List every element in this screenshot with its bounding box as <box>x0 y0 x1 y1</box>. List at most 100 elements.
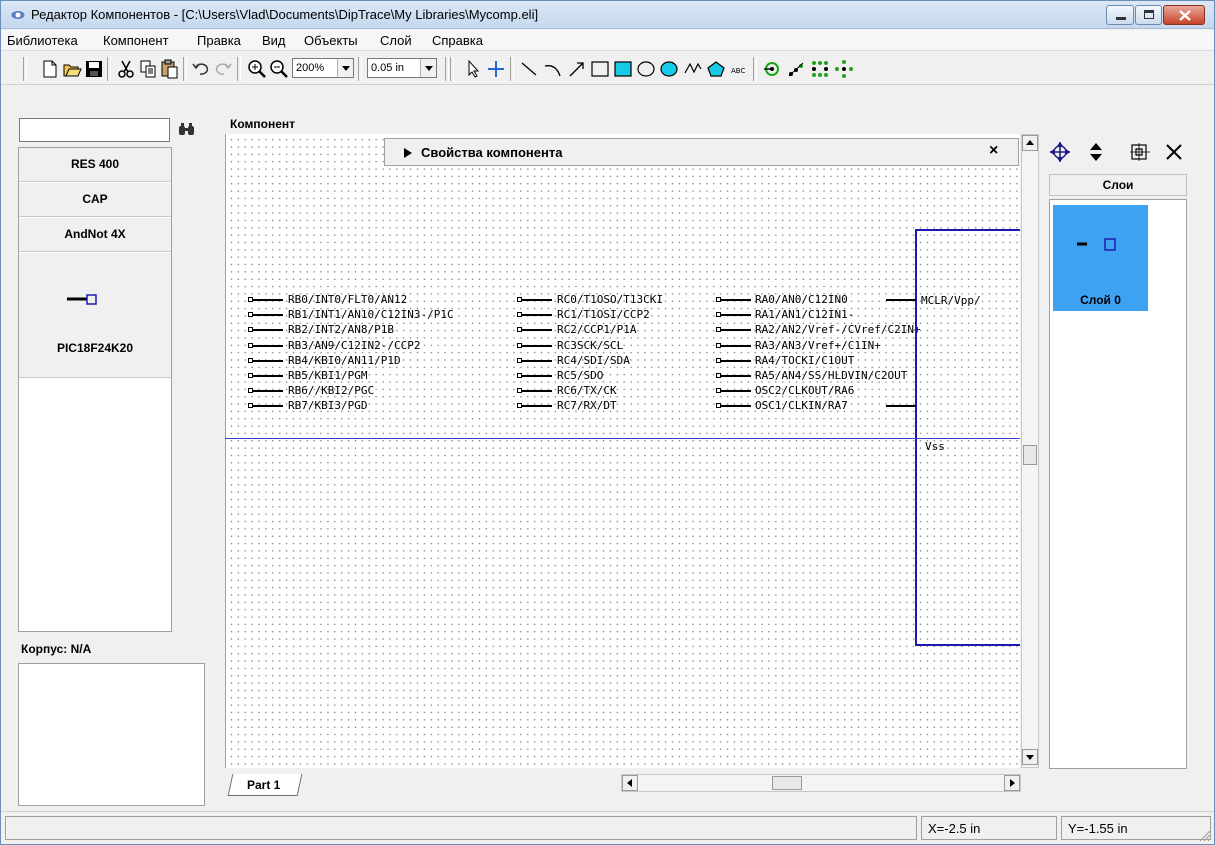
redo-icon[interactable] <box>212 58 234 80</box>
menu-objects[interactable]: Объекты <box>304 33 358 48</box>
zoom-in-icon[interactable] <box>246 58 268 80</box>
open-file-icon[interactable] <box>61 58 83 80</box>
pin-label: RA4/TOCKI/C1OUT <box>755 353 855 367</box>
ellipse-tool-icon[interactable] <box>635 58 657 80</box>
text-tool-icon[interactable]: ABC <box>729 58 751 80</box>
list-item[interactable]: CAP <box>19 183 171 217</box>
layer-tools <box>1046 138 1211 168</box>
pin-line <box>721 329 751 332</box>
undo-icon[interactable] <box>190 58 212 80</box>
pin-line <box>253 344 283 347</box>
list-item[interactable]: RES 400 <box>19 148 171 182</box>
list-item-label: CAP <box>82 192 108 206</box>
arc-tool-icon[interactable] <box>542 58 564 80</box>
horizontal-scroll-thumb[interactable] <box>772 776 802 790</box>
list-item-label: PIC18F24K20 <box>56 341 134 355</box>
expand-triangle-icon[interactable] <box>404 148 412 158</box>
toolbar-grip <box>753 57 757 81</box>
cut-icon[interactable] <box>115 58 137 80</box>
scroll-left-button[interactable] <box>622 775 638 791</box>
new-file-icon[interactable] <box>39 58 61 80</box>
layer-properties-icon[interactable] <box>1128 141 1152 163</box>
layer-thumbnail-icon <box>1077 238 1116 251</box>
pin-arrange-icon[interactable] <box>833 58 855 80</box>
vertical-scroll-thumb[interactable] <box>1023 445 1037 465</box>
pin-matrix-icon[interactable] <box>809 58 831 80</box>
scroll-up-button[interactable] <box>1022 135 1038 151</box>
layer-label: Слой 0 <box>1080 293 1121 307</box>
search-icon[interactable] <box>177 120 197 140</box>
delete-icon[interactable] <box>1164 142 1184 162</box>
chevron-down-icon[interactable] <box>420 59 436 77</box>
list-margin <box>172 147 204 632</box>
scroll-up-icon <box>1026 140 1034 145</box>
toolbar-grip <box>510 57 514 81</box>
zoom-out-icon[interactable] <box>268 58 290 80</box>
menu-layer[interactable]: Слой <box>380 33 412 48</box>
list-item-label: RES 400 <box>70 157 120 171</box>
arrow-tool-icon[interactable] <box>566 58 588 80</box>
minimize-button[interactable] <box>1106 5 1134 25</box>
horizontal-scrollbar[interactable] <box>621 774 1021 792</box>
menu-edit[interactable]: Правка <box>197 33 241 48</box>
pin-line <box>721 390 751 393</box>
menu-help[interactable]: Справка <box>432 33 483 48</box>
pointer-tool-icon[interactable] <box>463 58 485 80</box>
component-canvas[interactable]: RB0/INT0/FLT0/AN12 RB1/INT1/AN10/C12IN3-/… <box>225 134 1020 768</box>
layer-item-0[interactable]: Слой 0 <box>1053 205 1148 311</box>
line-tool-icon[interactable] <box>518 58 540 80</box>
close-button[interactable] <box>1163 5 1205 25</box>
pin-line <box>253 375 283 377</box>
pin-line <box>253 405 283 408</box>
scroll-down-button[interactable] <box>1022 749 1038 765</box>
polyline-tool-icon[interactable] <box>682 58 704 80</box>
grid-size-select[interactable]: 0.05 in <box>367 58 437 78</box>
pin-line <box>253 314 283 317</box>
pin-label: RC7/RX/DT <box>557 399 617 413</box>
svg-text:ABC: ABC <box>731 67 745 75</box>
layers-list[interactable]: Слой 0 <box>1049 199 1187 769</box>
pin-label: RA0/AN0/C12IN0 <box>755 293 848 306</box>
menu-library[interactable]: Библиотека <box>7 33 78 48</box>
pin-group-icon[interactable] <box>785 58 807 80</box>
scroll-right-button[interactable] <box>1004 775 1020 791</box>
zoom-select[interactable]: 200% <box>292 58 354 78</box>
crosshair-tool-icon[interactable] <box>485 58 507 80</box>
component-properties-label: Свойства компонента <box>421 145 563 160</box>
toolbar-grip <box>23 57 27 81</box>
filled-rectangle-tool-icon[interactable] <box>612 58 634 80</box>
add-pin-icon[interactable] <box>761 58 783 80</box>
save-icon[interactable] <box>83 58 105 80</box>
maximize-button[interactable] <box>1135 5 1162 25</box>
pin-label: RA1/AN1/C12IN1- <box>755 308 855 322</box>
menu-component[interactable]: Компонент <box>103 33 169 48</box>
component-properties-header[interactable]: Свойства компонента × <box>384 138 1019 166</box>
pin-line <box>522 314 552 317</box>
list-item-selected[interactable]: PIC18F24K20 <box>19 253 171 378</box>
pin-label: OSC2/CLKOUT/RA6 <box>755 384 855 398</box>
move-up-down-icon[interactable] <box>1088 140 1104 164</box>
move-icon[interactable] <box>1048 140 1072 164</box>
component-list[interactable]: RES 400 CAP AndNot 4X PIC18F24K20 <box>18 147 172 632</box>
search-input[interactable] <box>19 118 170 142</box>
pin-label: RB6//KBI2/PGC <box>288 384 375 398</box>
vertical-scrollbar[interactable] <box>1021 134 1039 768</box>
chevron-down-icon[interactable] <box>337 59 353 77</box>
polygon-tool-icon[interactable] <box>705 58 727 80</box>
rectangle-tool-icon[interactable] <box>589 58 611 80</box>
pin-label: RA5/AN4/SS/HLDVIN/C2OUT <box>755 369 908 382</box>
package-preview <box>18 663 205 806</box>
copy-icon[interactable] <box>137 58 159 80</box>
toolbar-grip <box>107 57 111 81</box>
close-icon[interactable]: × <box>989 142 998 160</box>
scroll-down-icon <box>1026 755 1034 760</box>
list-item[interactable]: AndNot 4X <box>19 218 171 252</box>
toolbar: 200% 0.05 in ABC <box>1 52 1214 85</box>
resize-grip-icon[interactable] <box>1197 828 1211 842</box>
close-icon <box>1179 10 1191 21</box>
pin-line <box>253 359 283 362</box>
menu-view[interactable]: Вид <box>262 33 286 48</box>
pin-label: RB3/AN9/C12IN2-/CCP2 <box>288 338 421 352</box>
filled-ellipse-tool-icon[interactable] <box>658 58 680 80</box>
paste-icon[interactable] <box>159 58 181 80</box>
